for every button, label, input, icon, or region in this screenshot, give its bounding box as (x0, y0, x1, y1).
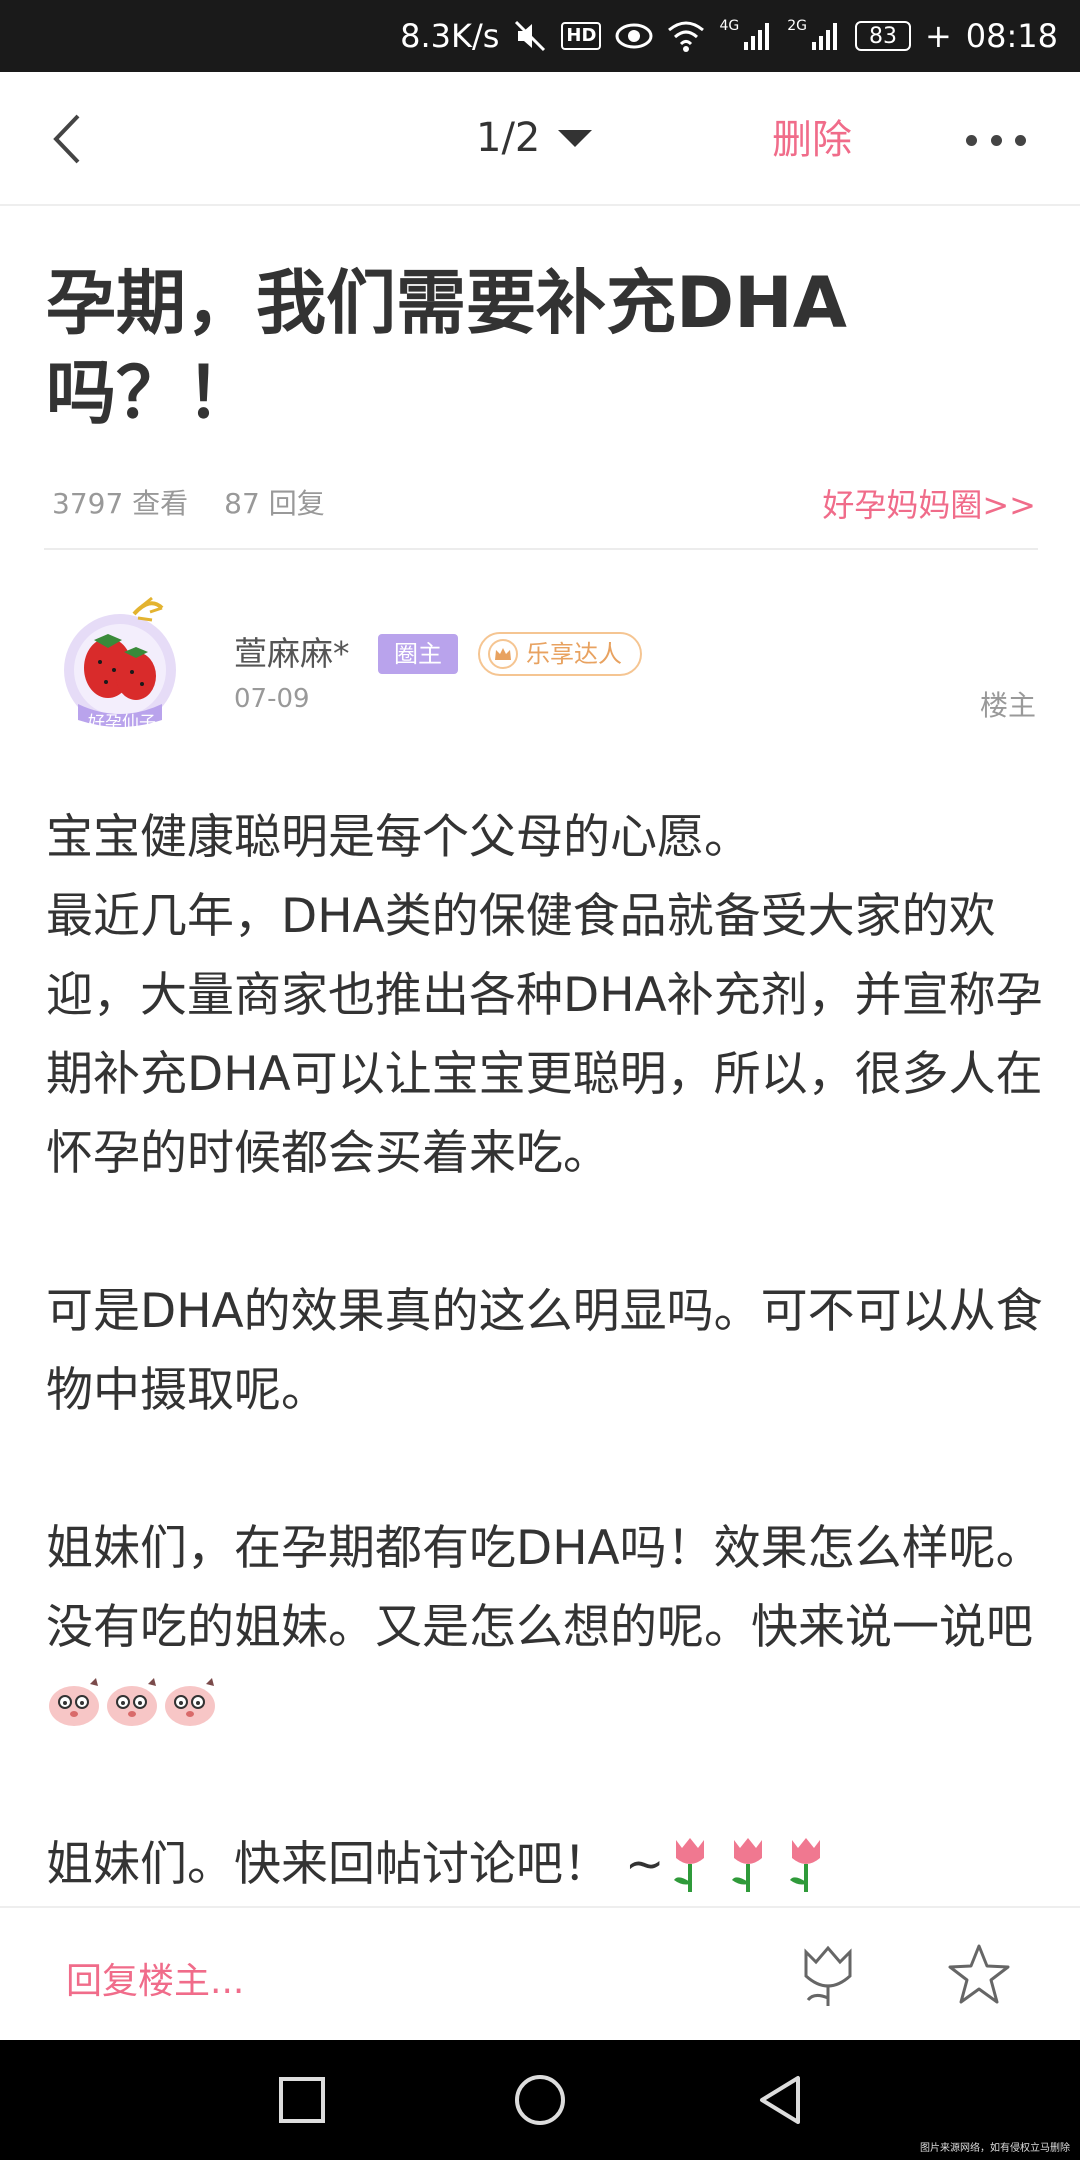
back-triangle-icon[interactable] (752, 2072, 808, 2128)
battery-icon: 83 (854, 21, 911, 51)
more-options-icon[interactable] (966, 130, 1026, 150)
avatar-caption: 好孕仙子 (88, 713, 156, 733)
owner-badge: 圈主 (378, 634, 458, 674)
bottom-action-bar: 回复楼主... (0, 1906, 1080, 2040)
network-speed: 8.3K/s (400, 17, 500, 55)
floor-label: 楼主 (979, 689, 1036, 722)
paragraph-text: 姐妹们。快来回帖讨论吧！ ~ (46, 1837, 665, 1892)
wifi-icon (667, 16, 705, 56)
page-selector[interactable]: 1/2 (476, 108, 593, 168)
signal-icon (811, 16, 841, 56)
status-bar: 8.3K/s HD 4G 2G 83 + 08:18 (0, 0, 1080, 72)
talent-badge-label: 乐享达人 (526, 640, 622, 668)
back-arrow-icon[interactable] (44, 112, 98, 166)
reply-count: 87 回复 (224, 487, 325, 520)
talent-badge: 乐享达人 (478, 632, 642, 676)
post-date: 07-09 (234, 684, 310, 714)
reply-input[interactable]: 回复楼主... (66, 1952, 244, 2004)
paragraph: 姐妹们，在孕期都有吃DHA吗！效果怎么样呢。没有吃的姐妹。又是怎么想的呢。快来说… (46, 1509, 1046, 1746)
delete-button[interactable]: 删除 (772, 112, 852, 168)
emoji-icon (49, 1678, 99, 1726)
system-nav-bar: 图片来源网络，如有侵权立马删除 (0, 2040, 1080, 2160)
tulip-icon (674, 1838, 705, 1892)
network-type-label: 2G (787, 18, 807, 34)
flower-icon[interactable] (796, 1942, 860, 2008)
watermark: 图片来源网络，如有侵权立马删除 (920, 2143, 1070, 2154)
view-count: 3797 查看 (52, 487, 189, 520)
eye-icon (615, 16, 653, 56)
tulip-icon (790, 1838, 821, 1892)
emoji-icon (165, 1678, 215, 1726)
recent-apps-icon[interactable] (274, 2072, 330, 2128)
caret-down-icon (558, 129, 593, 147)
avatar[interactable]: 好孕仙子 (62, 592, 182, 733)
post-title: 孕期，我们需要补充DHA吗？！ (46, 262, 847, 434)
author-name[interactable]: 萱麻麻* (234, 632, 350, 676)
divider (44, 548, 1038, 550)
crown-icon (488, 639, 518, 669)
top-nav-bar: 1/2 删除 (0, 72, 1080, 206)
post-stats: 3797 查看 87 回复 (52, 482, 325, 522)
paragraph-text: 姐妹们，在孕期都有吃DHA吗！效果怎么样呢。没有吃的姐妹。又是怎么想的呢。快来说… (46, 1521, 1043, 1655)
mute-icon (513, 16, 547, 56)
clock: 08:18 (965, 17, 1058, 55)
network-type-label: 4G (719, 18, 740, 34)
charging-icon: + (924, 17, 952, 55)
tulip-icon (732, 1838, 763, 1892)
post-body: 宝宝健康聪明是每个父母的心愿。 最近几年，DHA类的保健食品就备受大家的欢迎，大… (46, 798, 1046, 1904)
emoji-icon (107, 1678, 157, 1726)
home-icon[interactable] (512, 2072, 568, 2128)
star-icon[interactable] (946, 1942, 1012, 2008)
paragraph: 可是DHA的效果真的这么明显吗。可不可以从食物中摄取呢。 (46, 1284, 1043, 1418)
paragraph: 宝宝健康聪明是每个父母的心愿。 最近几年，DHA类的保健食品就备受大家的欢迎，大… (46, 810, 1043, 1181)
paragraph: 姐妹们。快来回帖讨论吧！ ~ (46, 1825, 1046, 1904)
hd-icon: HD (561, 22, 602, 50)
signal-icon (743, 16, 773, 56)
page-number: 1/2 (476, 115, 541, 161)
circle-link[interactable]: 好孕妈妈圈>> (822, 480, 1036, 526)
